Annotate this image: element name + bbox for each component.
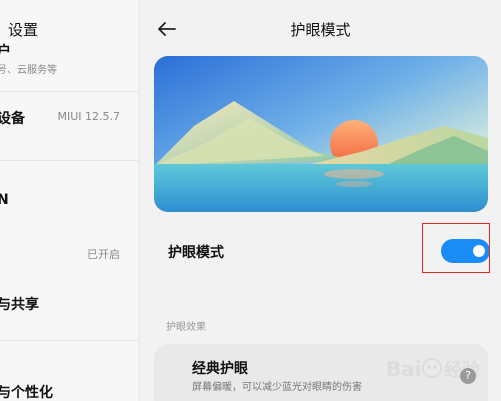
eye-care-toggle-label: 护眼模式	[168, 245, 224, 261]
baidu-watermark-logo: Bai 经验	[382, 348, 494, 392]
switch-knob	[473, 245, 485, 257]
page-title: 护眼模式	[290, 21, 351, 39]
settings-item-value: 已开启	[87, 248, 120, 261]
divider	[0, 91, 138, 92]
svg-text:Bai: Bai	[386, 357, 422, 381]
divider	[0, 340, 138, 341]
settings-item-value: MIUI 12.5.7	[57, 110, 120, 123]
settings-item-subtitle: 号、云服务等	[0, 65, 57, 76]
settings-item-label: 设备	[0, 111, 25, 127]
section-label: 护眼效果	[166, 322, 206, 333]
settings-item-label: 与共享	[0, 297, 39, 313]
eye-care-hero-illustration	[154, 56, 488, 212]
eye-care-detail-pane: 护眼模式 护眼模式	[140, 0, 501, 401]
settings-list-pane: 设置 户 号、云服务等 设备 MIUI 12.5.7 N 已开启 与共享 与个性…	[0, 0, 138, 401]
option-title: 经典护眼	[192, 361, 248, 377]
settings-item-enabled[interactable]: 已开启	[0, 240, 138, 272]
option-description: 屏幕偏暖，可以减少蓝光对眼睛的伤害	[192, 382, 362, 393]
settings-item-label: 户	[0, 44, 11, 60]
question-icon[interactable]: ?	[460, 368, 476, 384]
settings-item-vpn[interactable]: N	[0, 188, 138, 220]
settings-item-personalization[interactable]: 与个性化	[0, 378, 138, 401]
eye-care-toggle-switch[interactable]	[441, 239, 490, 263]
settings-item-label: N	[0, 192, 9, 208]
settings-item-sharing[interactable]: 与共享	[0, 290, 138, 322]
settings-item-device[interactable]: 设备 MIUI 12.5.7	[0, 100, 138, 140]
divider	[0, 160, 138, 161]
settings-item-label: 与个性化	[0, 385, 53, 401]
settings-item-account[interactable]: 户 号、云服务等	[0, 38, 138, 86]
eye-care-toggle-row: 护眼模式	[154, 224, 490, 280]
settings-title: 设置	[8, 21, 39, 39]
